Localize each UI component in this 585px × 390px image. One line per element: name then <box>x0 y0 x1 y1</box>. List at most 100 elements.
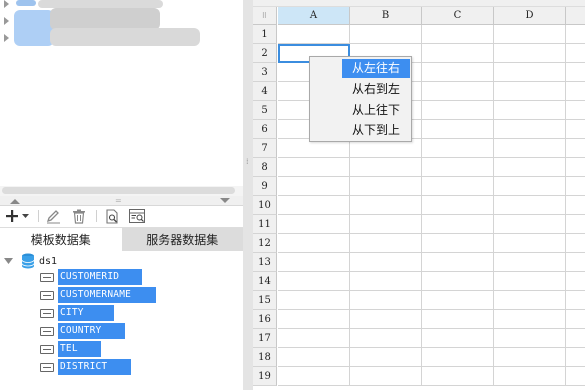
row-header[interactable]: 11 <box>253 215 277 234</box>
row-header[interactable]: 19 <box>253 367 277 386</box>
add-dropdown-button[interactable] <box>20 208 30 224</box>
grid-cell[interactable] <box>566 215 585 234</box>
grid-cell[interactable] <box>566 272 585 291</box>
grid-cell[interactable] <box>422 272 494 291</box>
grid-cell[interactable] <box>422 291 494 310</box>
menu-item-bottom-to-top[interactable]: 从下到上 <box>342 121 410 140</box>
grid-cell[interactable] <box>566 329 585 348</box>
row-header[interactable]: 10 <box>253 196 277 215</box>
column-header[interactable]: A <box>278 7 350 25</box>
expand-arrow-icon[interactable] <box>4 34 9 42</box>
grid-cell[interactable] <box>422 139 494 158</box>
grid-cell[interactable] <box>422 329 494 348</box>
grid-cell[interactable] <box>278 234 350 253</box>
row-header[interactable]: 15 <box>253 291 277 310</box>
row-header[interactable]: 9 <box>253 177 277 196</box>
field-item[interactable]: CUSTOMERID <box>40 269 142 285</box>
grid-cell[interactable] <box>422 101 494 120</box>
grid-cell[interactable] <box>422 196 494 215</box>
grid-cell[interactable] <box>422 120 494 139</box>
grid-cell[interactable] <box>494 253 566 272</box>
grid-cell[interactable] <box>566 25 585 44</box>
row-header[interactable]: 14 <box>253 272 277 291</box>
grid-cell[interactable] <box>350 25 422 44</box>
grid-cell[interactable] <box>278 253 350 272</box>
grid-cell[interactable] <box>566 291 585 310</box>
menu-item-top-to-bottom[interactable]: 从上往下 <box>342 101 410 120</box>
expand-arrow-icon[interactable] <box>4 17 9 25</box>
grid-cell[interactable] <box>350 215 422 234</box>
grid-cell[interactable] <box>350 158 422 177</box>
grid-cell[interactable] <box>494 139 566 158</box>
grid-cell[interactable] <box>566 367 585 386</box>
row-header[interactable]: 17 <box>253 329 277 348</box>
grid-cell[interactable] <box>278 291 350 310</box>
row-header[interactable]: 8 <box>253 158 277 177</box>
grid-cell[interactable] <box>494 120 566 139</box>
row-header[interactable]: 7 <box>253 139 277 158</box>
grid-cell[interactable] <box>566 82 585 101</box>
grid-cell[interactable] <box>566 253 585 272</box>
grid-cell[interactable] <box>566 101 585 120</box>
row-header[interactable]: 12 <box>253 234 277 253</box>
delete-dataset-button[interactable] <box>70 208 88 224</box>
panel-splitter[interactable]: = <box>0 196 243 206</box>
grid-cell[interactable] <box>422 82 494 101</box>
field-item[interactable]: DISTRICT <box>40 359 131 375</box>
grid-cell[interactable] <box>566 177 585 196</box>
tab-server-dataset[interactable]: 服务器数据集 <box>121 228 243 251</box>
grid-cell[interactable] <box>278 348 350 367</box>
grid-cell[interactable] <box>494 101 566 120</box>
grid-cell[interactable] <box>566 44 585 63</box>
grid-cell[interactable] <box>494 44 566 63</box>
column-header[interactable]: B <box>350 7 422 25</box>
grid-cell[interactable] <box>422 348 494 367</box>
preview-dataset-button[interactable] <box>104 208 120 224</box>
grid-cell[interactable] <box>494 348 566 367</box>
column-header[interactable]: D <box>494 7 566 25</box>
grid-cell[interactable] <box>350 177 422 196</box>
grid-cell[interactable] <box>350 272 422 291</box>
grid-cell[interactable] <box>494 272 566 291</box>
grid-cell[interactable] <box>350 196 422 215</box>
row-header[interactable]: 2 <box>253 44 277 63</box>
field-item[interactable]: CUSTOMERNAME <box>40 287 156 303</box>
grid-cell[interactable] <box>350 329 422 348</box>
row-header[interactable]: 6 <box>253 120 277 139</box>
grid-cell[interactable] <box>494 234 566 253</box>
menu-item-left-to-right[interactable]: 从左往右 <box>342 59 410 78</box>
row-header[interactable]: 18 <box>253 348 277 367</box>
tab-template-dataset[interactable]: 模板数据集 <box>0 228 122 251</box>
grid-cell[interactable] <box>494 329 566 348</box>
grid-cell[interactable] <box>422 367 494 386</box>
grid-cell[interactable] <box>350 291 422 310</box>
row-header[interactable]: 4 <box>253 82 277 101</box>
grid-cell[interactable] <box>350 234 422 253</box>
edit-dataset-button[interactable] <box>44 208 62 224</box>
field-item[interactable]: COUNTRY <box>40 323 125 339</box>
grid-cell[interactable] <box>494 63 566 82</box>
grid-cell[interactable] <box>278 196 350 215</box>
menu-item-right-to-left[interactable]: 从右到左 <box>342 80 410 99</box>
grid-cell[interactable] <box>494 291 566 310</box>
grid-cell[interactable] <box>422 177 494 196</box>
column-header[interactable] <box>566 7 585 25</box>
grid-cell[interactable] <box>494 82 566 101</box>
grid-cell[interactable] <box>422 215 494 234</box>
grid-cell[interactable] <box>566 120 585 139</box>
grid-cell[interactable] <box>350 310 422 329</box>
row-header[interactable]: 13 <box>253 253 277 272</box>
field-item[interactable]: CITY <box>40 305 114 321</box>
add-dataset-button[interactable] <box>4 208 20 224</box>
field-item[interactable]: TEL <box>40 341 101 357</box>
grid-cell[interactable] <box>350 367 422 386</box>
replace-dataset-button[interactable] <box>128 208 146 224</box>
grid-cell[interactable] <box>278 367 350 386</box>
horizontal-scrollbar[interactable] <box>0 186 243 196</box>
grid-cell[interactable] <box>494 158 566 177</box>
grid-cell[interactable] <box>278 158 350 177</box>
grid-cell[interactable] <box>566 139 585 158</box>
column-header[interactable]: C <box>422 7 494 25</box>
grid-cell[interactable] <box>566 158 585 177</box>
grid-cell[interactable] <box>422 253 494 272</box>
